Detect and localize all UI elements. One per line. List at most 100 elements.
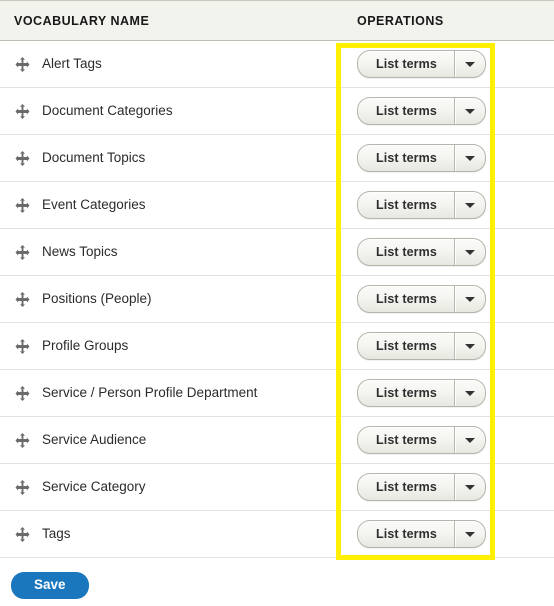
operations-dropdown-toggle[interactable]: [454, 427, 485, 453]
caret-down-icon: [465, 484, 475, 490]
drag-move-icon[interactable]: [13, 196, 31, 214]
table-header-row: VOCABULARY NAME OPERATIONS: [0, 0, 554, 41]
operations-dropbutton[interactable]: List terms: [357, 332, 486, 360]
operations-dropbutton[interactable]: List terms: [357, 191, 486, 219]
drag-move-icon[interactable]: [13, 431, 31, 449]
table-row: Profile Groups List terms: [0, 322, 554, 370]
vocabulary-name-cell: Tags: [0, 510, 346, 558]
vocabulary-name-label: Service / Person Profile Department: [42, 385, 258, 401]
list-terms-button[interactable]: List terms: [358, 521, 454, 547]
vocabulary-table: VOCABULARY NAME OPERATIONS Alert Tags Lis…: [0, 0, 554, 558]
drag-move-icon[interactable]: [13, 525, 31, 543]
caret-down-icon: [465, 390, 475, 396]
vocabulary-name-label: Document Categories: [42, 103, 173, 119]
operations-dropdown-toggle[interactable]: [454, 51, 485, 77]
caret-down-icon: [465, 249, 475, 255]
vocabulary-name-cell: Document Categories: [0, 87, 346, 135]
operations-dropdown-toggle[interactable]: [454, 239, 485, 265]
table-row: Tags List terms: [0, 510, 554, 558]
operations-dropbutton[interactable]: List terms: [357, 50, 486, 78]
drag-move-icon[interactable]: [13, 243, 31, 261]
operations-cell: List terms: [346, 510, 554, 558]
vocabulary-name-label: Event Categories: [42, 197, 146, 213]
operations-dropdown-toggle[interactable]: [454, 98, 485, 124]
drag-move-icon[interactable]: [13, 149, 31, 167]
operations-cell: List terms: [346, 228, 554, 276]
table-row: Document Topics List terms: [0, 134, 554, 182]
table-row: News Topics List terms: [0, 228, 554, 276]
list-terms-button[interactable]: List terms: [358, 192, 454, 218]
vocabulary-name-label: Positions (People): [42, 291, 152, 307]
operations-dropdown-toggle[interactable]: [454, 145, 485, 171]
operations-dropdown-toggle[interactable]: [454, 333, 485, 359]
operations-cell: List terms: [346, 181, 554, 229]
vocabulary-name-label: News Topics: [42, 244, 118, 260]
table-row: Document Categories List terms: [0, 87, 554, 135]
table-row: Service / Person Profile Department List …: [0, 369, 554, 417]
vocabulary-name-label: Alert Tags: [42, 56, 102, 72]
caret-down-icon: [465, 437, 475, 443]
drag-move-icon[interactable]: [13, 102, 31, 120]
drag-move-icon[interactable]: [13, 55, 31, 73]
vocabulary-name-cell: Service Audience: [0, 416, 346, 464]
caret-down-icon: [465, 296, 475, 302]
list-terms-button[interactable]: List terms: [358, 145, 454, 171]
operations-dropbutton[interactable]: List terms: [357, 285, 486, 313]
operations-dropbutton[interactable]: List terms: [357, 473, 486, 501]
list-terms-button[interactable]: List terms: [358, 427, 454, 453]
operations-cell: List terms: [346, 369, 554, 417]
save-button[interactable]: Save: [11, 572, 89, 599]
operations-cell: List terms: [346, 40, 554, 88]
operations-dropbutton[interactable]: List terms: [357, 97, 486, 125]
operations-cell: List terms: [346, 322, 554, 370]
list-terms-button[interactable]: List terms: [358, 239, 454, 265]
table-header: VOCABULARY NAME OPERATIONS: [0, 0, 554, 41]
list-terms-button[interactable]: List terms: [358, 333, 454, 359]
list-terms-button[interactable]: List terms: [358, 380, 454, 406]
table-row: Service Audience List terms: [0, 416, 554, 464]
vocabulary-name-label: Service Audience: [42, 432, 147, 448]
operations-dropdown-toggle[interactable]: [454, 474, 485, 500]
operations-dropdown-toggle[interactable]: [454, 192, 485, 218]
drag-move-icon[interactable]: [13, 478, 31, 496]
operations-cell: List terms: [346, 134, 554, 182]
vocabulary-name-cell: Document Topics: [0, 134, 346, 182]
vocabulary-name-cell: Event Categories: [0, 181, 346, 229]
caret-down-icon: [465, 531, 475, 537]
drag-move-icon[interactable]: [13, 384, 31, 402]
caret-down-icon: [465, 108, 475, 114]
operations-dropdown-toggle[interactable]: [454, 380, 485, 406]
operations-dropbutton[interactable]: List terms: [357, 144, 486, 172]
vocabulary-name-cell: Positions (People): [0, 275, 346, 323]
list-terms-button[interactable]: List terms: [358, 98, 454, 124]
operations-cell: List terms: [346, 87, 554, 135]
vocabulary-name-label: Document Topics: [42, 150, 146, 166]
list-terms-button[interactable]: List terms: [358, 286, 454, 312]
table-row: Event Categories List terms: [0, 181, 554, 229]
drag-move-icon[interactable]: [13, 290, 31, 308]
vocabulary-name-cell: Service Category: [0, 463, 346, 511]
vocabulary-name-label: Tags: [42, 526, 71, 542]
vocabulary-name-label: Service Category: [42, 479, 146, 495]
vocabulary-name-cell: Service / Person Profile Department: [0, 369, 346, 417]
operations-dropbutton[interactable]: List terms: [357, 379, 486, 407]
vocabulary-name-cell: Alert Tags: [0, 40, 346, 88]
caret-down-icon: [465, 155, 475, 161]
caret-down-icon: [465, 343, 475, 349]
operations-cell: List terms: [346, 463, 554, 511]
operations-dropbutton[interactable]: List terms: [357, 426, 486, 454]
vocabulary-name-cell: News Topics: [0, 228, 346, 276]
operations-cell: List terms: [346, 275, 554, 323]
column-header-vocabulary-name: VOCABULARY NAME: [0, 0, 346, 41]
vocabulary-name-label: Profile Groups: [42, 338, 129, 354]
drag-move-icon[interactable]: [13, 337, 31, 355]
list-terms-button[interactable]: List terms: [358, 474, 454, 500]
table-body: Alert Tags List terms Document Categories L…: [0, 40, 554, 558]
table-row: Positions (People) List terms: [0, 275, 554, 323]
operations-dropdown-toggle[interactable]: [454, 521, 485, 547]
operations-dropbutton[interactable]: List terms: [357, 520, 486, 548]
operations-cell: List terms: [346, 416, 554, 464]
operations-dropdown-toggle[interactable]: [454, 286, 485, 312]
operations-dropbutton[interactable]: List terms: [357, 238, 486, 266]
list-terms-button[interactable]: List terms: [358, 51, 454, 77]
